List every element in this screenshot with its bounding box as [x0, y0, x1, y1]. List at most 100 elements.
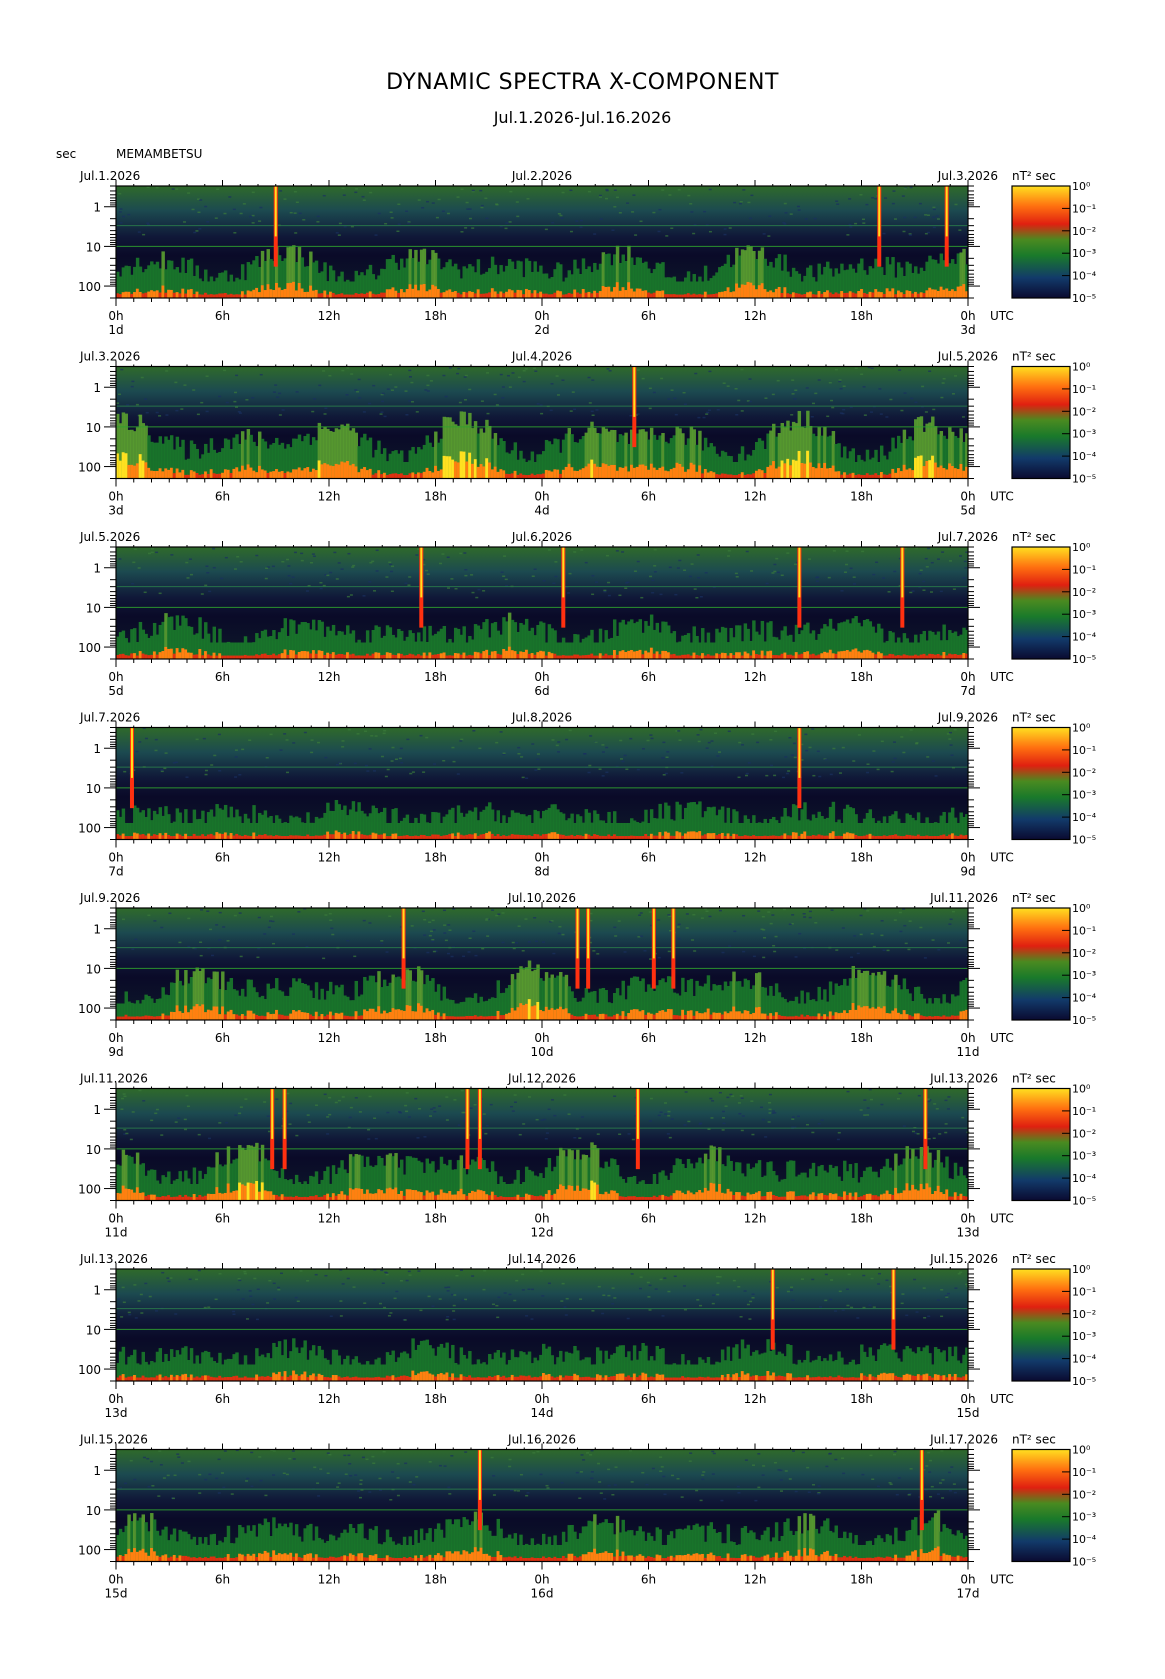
x-tick-label: 6h: [641, 851, 656, 865]
colorbar-tick-label: 10⁰: [1072, 180, 1091, 193]
colorbar: [1011, 907, 1071, 1021]
colorbar: [1011, 365, 1071, 480]
x-tick-label: 18h: [850, 309, 873, 323]
x-tick-label: 0h: [960, 670, 975, 684]
colorbar-tick-label: 10⁻⁵: [1072, 834, 1096, 847]
x-tick-label: 6h: [215, 490, 230, 504]
spectra-panel: 1 10 100 0h 6h 12h 18h 0h 6h 12h 18h 0h UTC 3d 4d 5d Jul…: [78, 350, 1097, 518]
x-tick-label: 6h: [215, 1392, 230, 1406]
y-tick-label: 100: [78, 822, 101, 836]
y-tick-label: 100: [78, 1183, 101, 1197]
day-label: 2d: [534, 323, 549, 337]
day-label: 1d: [108, 323, 123, 337]
day-label: 9d: [108, 1045, 123, 1059]
panel-start-date: Jul.5.2026: [79, 530, 140, 544]
colorbar-tick-label: 10⁻¹: [1072, 563, 1096, 576]
utc-label: UTC: [990, 309, 1014, 323]
panel-start-date: Jul.13.2026: [79, 1252, 148, 1266]
x-tick-label: 18h: [424, 1031, 447, 1045]
x-tick-label: 6h: [215, 1212, 230, 1226]
x-tick-label: 0h: [108, 670, 123, 684]
panel-mid-date: Jul.2.2026: [511, 169, 572, 183]
x-tick-label: 6h: [641, 309, 656, 323]
x-tick-label: 12h: [318, 1392, 341, 1406]
colorbar-tick-label: 10⁻²: [1072, 1308, 1096, 1321]
x-tick-label: 0h: [960, 1573, 975, 1587]
panel-start-date: Jul.11.2026: [79, 1072, 148, 1086]
x-tick-label: 0h: [960, 1212, 975, 1226]
y-tick-label: 10: [86, 782, 101, 796]
x-tick-label: 0h: [534, 1392, 549, 1406]
colorbar-tick-label: 10⁻⁴: [1072, 992, 1097, 1005]
day-label: 15d: [105, 1587, 128, 1601]
colorbar-tick-label: 10⁻²: [1072, 405, 1096, 418]
y-tick-label: 1: [93, 1284, 101, 1298]
x-tick-label: 6h: [641, 670, 656, 684]
x-tick-label: 18h: [424, 1392, 447, 1406]
y-tick-label: 1: [93, 381, 101, 395]
colorbar-tick-label: 10⁻³: [1072, 1330, 1096, 1343]
colorbar-tick-label: 10⁻²: [1072, 1127, 1096, 1140]
colorbar-tick-label: 10⁻⁴: [1072, 270, 1097, 283]
x-tick-label: 0h: [108, 490, 123, 504]
x-tick-label: 6h: [215, 1573, 230, 1587]
spectra-panel: 1 10 100 0h 6h 12h 18h 0h 6h 12h 18h 0h UTC 7d 8d 9d Jul…: [78, 711, 1097, 879]
colorbar-tick-label: 10⁻⁴: [1072, 811, 1097, 824]
spectra-panel: 1 10 100 0h 6h 12h 18h 0h 6h 12h 18h 0h UTC 11d 12d 13d…: [78, 1072, 1097, 1240]
x-tick-label: 18h: [850, 1392, 873, 1406]
colorbar-tick-label: 10⁻³: [1072, 428, 1096, 441]
spectra-chart: sec MEMAMBETSU 1101000h 6h 12h 18h 0h 6h 12h 18…: [56, 147, 1097, 1601]
day-label: 14d: [531, 1406, 554, 1420]
day-label: 15d: [957, 1406, 980, 1420]
x-tick-label: 0h: [108, 1392, 123, 1406]
x-tick-label: 12h: [744, 1573, 767, 1587]
utc-label: UTC: [990, 1212, 1014, 1226]
x-tick-label: 18h: [424, 1573, 447, 1587]
colorbar-unit: nT² sec: [1012, 169, 1056, 183]
y-tick-label: 1: [93, 562, 101, 576]
day-label: 7d: [108, 865, 123, 879]
colorbar: [1011, 1448, 1071, 1563]
colorbar-tick-label: 10⁻⁵: [1072, 1014, 1096, 1027]
colorbar: [1011, 1268, 1071, 1382]
panel-mid-date: Jul.10.2026: [507, 891, 576, 905]
day-label: 11d: [105, 1226, 128, 1240]
colorbar-unit: nT² sec: [1012, 530, 1056, 544]
day-label: 13d: [105, 1406, 128, 1420]
colorbar-tick-label: 10⁻¹: [1072, 744, 1096, 757]
day-label: 3d: [960, 323, 975, 337]
colorbar-tick-label: 10⁰: [1072, 1263, 1091, 1276]
x-tick-label: 12h: [744, 309, 767, 323]
panel-end-date: Jul.7.2026: [937, 530, 998, 544]
y-tick-label: 10: [86, 1323, 101, 1337]
y-tick-label: 10: [86, 962, 101, 976]
panel-mid-date: Jul.4.2026: [511, 350, 572, 364]
x-tick-label: 6h: [641, 490, 656, 504]
colorbar-tick-label: 10⁻¹: [1072, 202, 1096, 215]
x-tick-label: 18h: [850, 851, 873, 865]
x-tick-label: 0h: [960, 490, 975, 504]
y-tick-label: 10: [86, 601, 101, 615]
day-label: 11d: [957, 1045, 980, 1059]
colorbar-tick-label: 10⁻²: [1072, 586, 1096, 599]
x-tick-label: 6h: [641, 1573, 656, 1587]
panel-group: 1 10 100 0h 6h 12h 18h 0h 6h 12h 18h 0h UTC 1d 2d 3d Jul…: [78, 169, 1097, 1601]
colorbar-tick-label: 10⁻³: [1072, 789, 1096, 802]
x-tick-label: 0h: [534, 309, 549, 323]
x-tick-label: 0h: [108, 1031, 123, 1045]
x-tick-label: 6h: [641, 1212, 656, 1226]
x-tick-label: 12h: [744, 1031, 767, 1045]
colorbar-tick-label: 10⁻²: [1072, 1488, 1096, 1501]
day-label: 7d: [960, 684, 975, 698]
x-tick-label: 0h: [108, 1212, 123, 1226]
day-label: 10d: [531, 1045, 554, 1059]
day-label: 5d: [960, 504, 975, 518]
colorbar-unit: nT² sec: [1012, 1252, 1056, 1266]
panel-start-date: Jul.15.2026: [79, 1433, 148, 1447]
utc-label: UTC: [990, 1573, 1014, 1587]
y-tick-label: 1: [93, 1464, 101, 1478]
colorbar-tick-label: 10⁻⁵: [1072, 1375, 1096, 1388]
y-tick-label: 1: [93, 742, 101, 756]
day-label: 6d: [534, 684, 549, 698]
panel-end-date: Jul.15.2026: [929, 1252, 998, 1266]
